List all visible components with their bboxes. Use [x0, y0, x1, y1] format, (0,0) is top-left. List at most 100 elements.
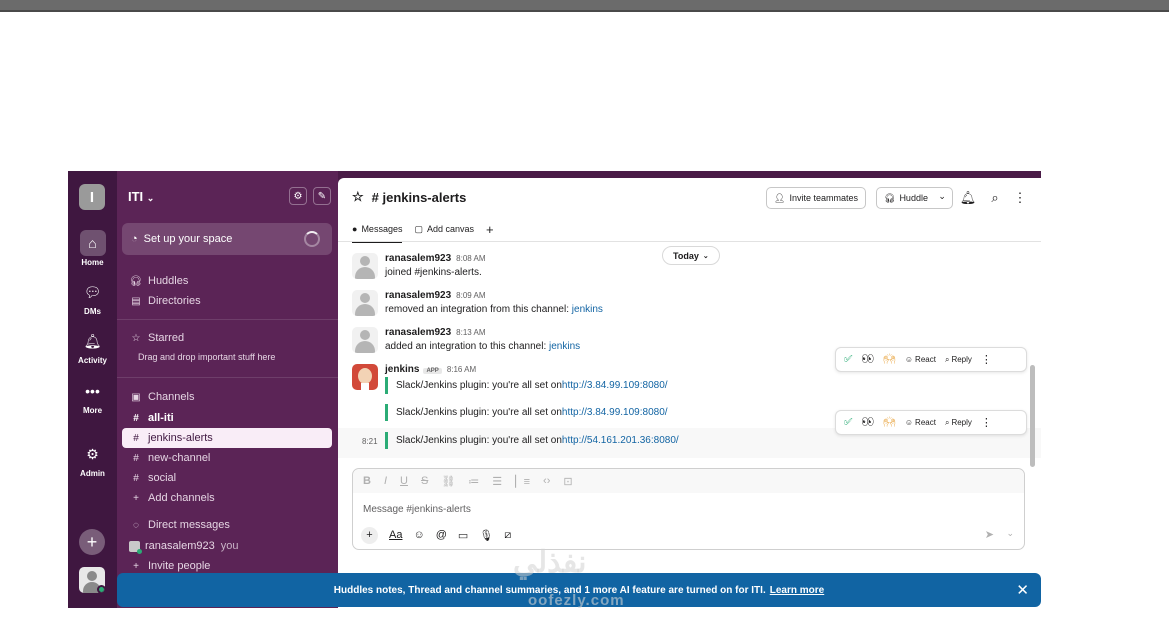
message-username[interactable]: ranasalem923	[385, 327, 451, 338]
message-input[interactable]: Message #jenkins-alerts	[363, 504, 471, 515]
sidebar-channel-jenkins-alerts[interactable]: # jenkins-alerts	[122, 428, 332, 448]
message-username[interactable]: jenkins	[385, 364, 419, 375]
jenkins-url-link[interactable]: http://3.84.99.109:8080/	[562, 380, 668, 391]
bulleted-list-icon[interactable]: ☰	[492, 475, 502, 488]
sidebar-section-channels[interactable]: ▣ Channels	[122, 387, 332, 407]
user-avatar[interactable]	[79, 567, 105, 593]
sidebar-dm-self[interactable]: ranasalem923 you	[122, 536, 332, 556]
compose-icon[interactable]: ✎	[313, 187, 331, 205]
video-icon[interactable]: ▭	[458, 529, 468, 542]
message-item[interactable]: ranasalem923 8:09 AM removed an integrati…	[352, 290, 1032, 324]
chevron-down-icon[interactable]: ⌄	[1006, 528, 1014, 539]
code-icon[interactable]: ‹›	[543, 475, 550, 487]
progress-ring-icon	[304, 231, 320, 247]
shortcuts-icon[interactable]: ⧄	[504, 529, 511, 542]
underline-icon[interactable]: U	[400, 475, 408, 487]
jenkins-avatar[interactable]	[352, 364, 378, 390]
rail-dms[interactable]: 💬︎ DMs	[68, 279, 117, 317]
workspace-avatar[interactable]: I	[79, 184, 105, 210]
rail-home[interactable]: ⌂ Home	[68, 230, 117, 267]
headphones-icon: 🎧︎	[884, 192, 896, 203]
strikethrough-icon[interactable]: S	[421, 475, 428, 487]
italic-icon[interactable]: I	[384, 475, 387, 487]
close-icon[interactable]: ✕	[1016, 581, 1029, 599]
sidebar-item-directories[interactable]: ▤ Directories	[122, 291, 332, 311]
plus-icon: +	[133, 492, 139, 504]
channel-title[interactable]: ☆ # jenkins-alerts	[352, 189, 466, 205]
message-username[interactable]: ranasalem923	[385, 253, 451, 264]
mention-icon[interactable]: @	[436, 529, 447, 541]
chevron-down-icon[interactable]: ⌄	[938, 191, 946, 202]
message-item[interactable]: ranasalem923 8:08 AM joined #jenkins-aler…	[352, 253, 1032, 287]
reply-icon: ⌕	[944, 417, 950, 427]
react-button[interactable]: ☺ React	[905, 355, 936, 364]
learn-more-link[interactable]: Learn more	[770, 585, 824, 596]
jenkins-link[interactable]: jenkins	[572, 304, 603, 315]
send-icon[interactable]: ➤	[985, 528, 994, 541]
tab-messages[interactable]: ● Messages	[352, 219, 403, 243]
more-vertical-icon[interactable]: ⋮	[1010, 188, 1030, 208]
create-new-button[interactable]: +	[79, 529, 105, 555]
sidebar-section-dms[interactable]: ◌ Direct messages	[122, 515, 332, 535]
more-actions-icon[interactable]: ⋮	[981, 416, 992, 429]
message-time[interactable]: 8:08 AM	[456, 254, 485, 263]
directory-icon: ▤	[131, 295, 141, 307]
emoji-icon[interactable]: ☺	[413, 529, 424, 541]
eyes-emoji-button[interactable]: 👀︎	[861, 417, 874, 428]
sidebar-item-huddles[interactable]: 🎧︎ Huddles	[122, 271, 332, 291]
sidebar-channel-social[interactable]: # social	[122, 468, 332, 488]
tab-add-canvas[interactable]: ▢ Add canvas	[414, 219, 474, 239]
settings-icon[interactable]: ⚙	[289, 187, 307, 205]
message-item[interactable]: Slack/Jenkins plugin: you're all set on …	[352, 432, 1032, 452]
sidebar-channel-new-channel[interactable]: # new-channel	[122, 448, 332, 468]
attach-plus-icon[interactable]: +	[361, 526, 378, 544]
composer-actions: + Aa ☺ @ ▭ 🎙︎ ⧄	[361, 525, 522, 545]
sidebar-channel-all-iti[interactable]: # all-iti	[122, 408, 332, 428]
workspace-name-menu[interactable]: ITI ⌄	[128, 189, 154, 204]
setup-space-button[interactable]: ◔ Set up your space	[122, 223, 332, 255]
online-status-icon	[97, 585, 105, 593]
jenkins-link[interactable]: jenkins	[549, 341, 580, 352]
add-tab-button[interactable]: +	[486, 219, 494, 239]
check-emoji-button[interactable]: ✅︎	[844, 417, 852, 428]
rail-more[interactable]: ••• More	[68, 378, 117, 415]
raised-hands-emoji-button[interactable]: 🙌︎	[883, 354, 896, 365]
check-emoji-button[interactable]: ✅︎	[844, 354, 852, 365]
more-actions-icon[interactable]: ⋮	[981, 353, 992, 366]
invite-teammates-button[interactable]: 👤︎ Invite teammates	[766, 187, 866, 209]
message-text: removed an integration from this channel…	[385, 304, 572, 315]
jenkins-url-link[interactable]: http://54.161.201.36:8080/	[562, 435, 679, 446]
message-composer[interactable]: B I U S ⛓ ≔ ☰ ▏≡ ‹› ⊡ Message #jenkins-a…	[352, 468, 1025, 550]
watermark-text: oofezly.com	[528, 592, 625, 609]
gear-icon: ⚙	[86, 445, 99, 462]
sidebar-section-starred[interactable]: ☆ Starred	[122, 328, 332, 348]
bold-icon[interactable]: B	[363, 475, 371, 487]
message-username[interactable]: ranasalem923	[385, 290, 451, 301]
link-icon[interactable]: ⛓	[441, 475, 455, 488]
messages-scrollbar[interactable]	[1030, 365, 1035, 467]
rail-admin[interactable]: ⚙ Admin	[68, 441, 117, 479]
user-avatar[interactable]	[352, 327, 378, 353]
reply-button[interactable]: ⌕ Reply	[945, 418, 972, 428]
react-button[interactable]: ☺ React	[905, 418, 936, 427]
message-time[interactable]: 8:09 AM	[456, 291, 485, 300]
search-icon[interactable]: ⌕	[985, 188, 1005, 208]
message-time[interactable]: 8:13 AM	[456, 328, 485, 337]
formatting-toggle-icon[interactable]: Aa	[389, 529, 402, 541]
notification-bell-icon[interactable]: 🔔︎	[958, 188, 978, 208]
code-block-icon[interactable]: ⊡	[563, 475, 572, 488]
add-channels-button[interactable]: + Add channels	[122, 488, 332, 508]
raised-hands-emoji-button[interactable]: 🙌︎	[883, 417, 896, 428]
blockquote-icon[interactable]: ▏≡	[515, 475, 530, 488]
star-icon[interactable]: ☆	[352, 189, 364, 205]
jenkins-url-link[interactable]: http://3.84.99.109:8080/	[562, 407, 668, 418]
ordered-list-icon[interactable]: ≔	[468, 475, 479, 488]
reply-button[interactable]: ⌕ Reply	[945, 355, 972, 365]
user-avatar[interactable]	[352, 253, 378, 279]
rail-activity[interactable]: 🔔︎ Activity	[68, 328, 117, 366]
eyes-emoji-button[interactable]: 👀︎	[861, 354, 874, 365]
microphone-icon[interactable]: 🎙︎	[479, 529, 493, 542]
user-avatar[interactable]	[352, 290, 378, 316]
message-time[interactable]: 8:16 AM	[447, 365, 476, 374]
huddle-button[interactable]: 🎧︎ Huddle ⌄	[876, 187, 953, 209]
